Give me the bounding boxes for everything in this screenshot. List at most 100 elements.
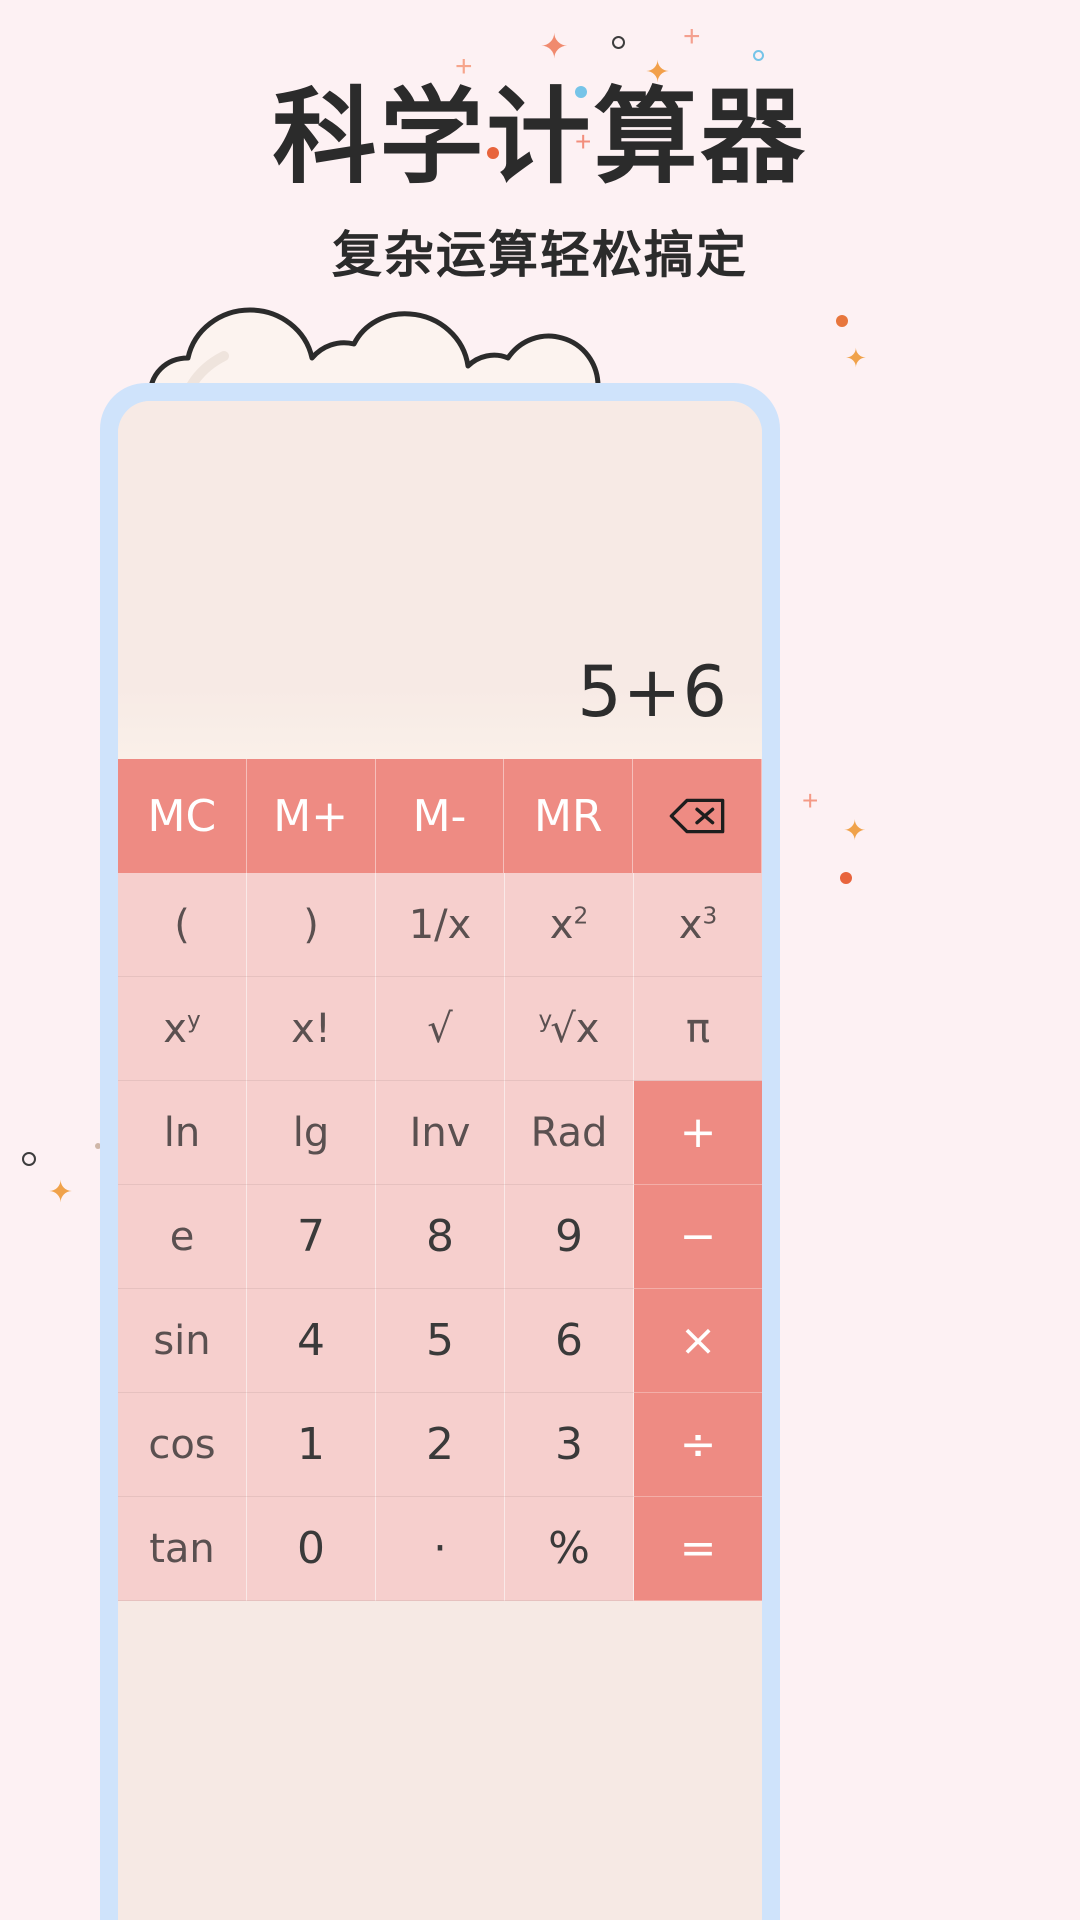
key-label: M+ [273,790,349,842]
decor-star-icon: ✦ [845,343,867,373]
key-label: e [169,1213,195,1260]
key-label: 9 [555,1211,583,1262]
key-m-minus[interactable]: M- [375,759,505,873]
key-lg[interactable]: lg [247,1081,376,1185]
key-m-plus[interactable]: M+ [246,759,376,873]
key-plus[interactable]: + [634,1081,762,1185]
key-label: MR [534,790,603,842]
key-sin[interactable]: sin [118,1289,247,1393]
key-0[interactable]: 0 [247,1497,376,1601]
decor-star-icon: ✦ [48,1176,74,1209]
key-label: x3 [678,901,718,948]
key-reciprocal[interactable]: 1/x [376,873,505,977]
phone-frame: 5+6 MC M+ M- MR() 1/x x2 x3 xy x! √ y√x π ln lg Inv Rad… [100,383,780,1920]
key-7[interactable]: 7 [247,1185,376,1289]
key-divide[interactable]: ÷ [634,1393,762,1497]
keypad-row: () 1/x x2 x3 [118,873,762,977]
key-label: ln [163,1109,201,1156]
key-label: 4 [297,1315,325,1366]
key-label: − [679,1211,717,1262]
key-label: 0 [297,1523,325,1574]
key-label: 8 [426,1211,454,1262]
key-open-paren[interactable]: ( [118,873,247,977]
key-label: · [433,1523,447,1574]
keypad-row: sin 4 5 6 × [118,1289,762,1393]
key-label: ) [303,901,319,948]
keypad-row: ln lg Inv Rad + [118,1081,762,1185]
key-ln[interactable]: ln [118,1081,247,1185]
key-8[interactable]: 8 [376,1185,505,1289]
decor-ring-icon [22,1152,36,1166]
key-tan[interactable]: tan [118,1497,247,1601]
page-subtitle: 复杂运算轻松搞定 [332,225,748,284]
key-label: 5 [426,1315,454,1366]
calculator-display: 5+6 [118,401,762,759]
key-label: M- [412,790,467,842]
key-decimal[interactable]: · [376,1497,505,1601]
key-rad[interactable]: Rad [505,1081,634,1185]
key-x-power-y[interactable]: xy [118,977,247,1081]
calculator-keypad: MC M+ M- MR () 1/x x2 x3 xy x! √ y√x π ln lg Inv Rad + e 7 8… [118,759,762,1920]
key-sqrt[interactable]: √ [376,977,505,1081]
key-x-cubed[interactable]: x3 [634,873,762,977]
key-label: 6 [555,1315,583,1366]
key-4[interactable]: 4 [247,1289,376,1393]
key-e[interactable]: e [118,1185,247,1289]
key-equals[interactable]: = [634,1497,762,1601]
key-label: x! [291,1005,331,1052]
calculator-screen: 5+6 MC M+ M- MR() 1/x x2 x3 xy x! √ y√x π ln lg Inv Rad… [118,401,762,1920]
key-label: π [685,1005,711,1052]
key-label: y√x [538,1005,600,1052]
key-label: tan [149,1525,215,1572]
key-backspace[interactable] [633,759,762,873]
key-label: % [548,1523,590,1574]
key-label: sin [153,1317,211,1364]
decor-dot-icon [836,315,848,327]
key-1[interactable]: 1 [247,1393,376,1497]
key-label: ÷ [679,1419,717,1470]
key-label: 1/x [408,901,472,948]
key-label: 2 [426,1419,454,1470]
headline: 科学计算器 复杂运算轻松搞定 [0,0,1080,285]
key-percent[interactable]: % [505,1497,634,1601]
key-label: √ [427,1005,453,1052]
key-label: × [679,1315,717,1366]
keypad-row: tan 0 ·% = [118,1497,762,1601]
decor-plus-icon: + [802,785,819,816]
key-minus[interactable]: − [634,1185,762,1289]
key-pi[interactable]: π [634,977,762,1081]
key-9[interactable]: 9 [505,1185,634,1289]
key-label: ( [174,901,190,948]
key-inv[interactable]: Inv [376,1081,505,1185]
key-label: cos [148,1421,216,1468]
key-label: xy [163,1005,201,1052]
key-label: lg [292,1109,330,1156]
keypad-row: xy x! √ y√x π [118,977,762,1081]
decor-dot-icon [840,872,852,884]
key-label: MC [147,790,217,842]
key-factorial[interactable]: x! [247,977,376,1081]
key-label: Inv [409,1109,471,1156]
keypad-row: e 7 8 9 − [118,1185,762,1289]
key-2[interactable]: 2 [376,1393,505,1497]
key-nth-root[interactable]: y√x [505,977,634,1081]
key-label: 7 [297,1211,325,1262]
display-expression: 5+6 [577,651,728,733]
key-label: 3 [555,1419,583,1470]
key-label: x2 [549,901,589,948]
key-label: 1 [297,1419,325,1470]
key-label: + [679,1107,717,1158]
key-cos[interactable]: cos [118,1393,247,1497]
key-mr[interactable]: MR [504,759,634,873]
decor-star-icon: ✦ [843,815,867,846]
key-6[interactable]: 6 [505,1289,634,1393]
key-5[interactable]: 5 [376,1289,505,1393]
key-3[interactable]: 3 [505,1393,634,1497]
key-mc[interactable]: MC [118,759,247,873]
keypad-row: cos 1 2 3 ÷ [118,1393,762,1497]
key-multiply[interactable]: × [634,1289,762,1393]
key-x-squared[interactable]: x2 [505,873,634,977]
key-label: = [679,1523,717,1574]
page-title: 科学计算器 [272,76,808,198]
key-close-paren[interactable]: ) [247,873,376,977]
